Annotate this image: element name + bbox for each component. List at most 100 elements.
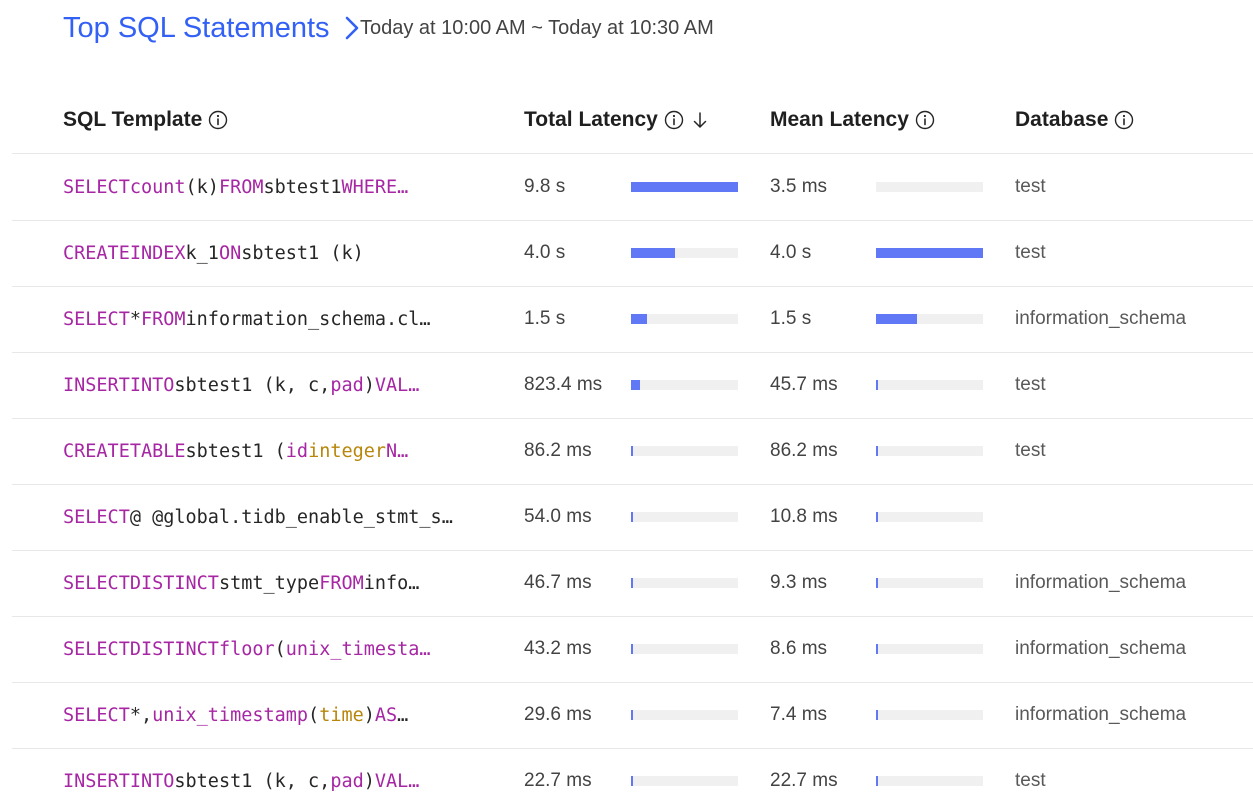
page-title: Top SQL Statements bbox=[63, 11, 330, 44]
top-sql-link[interactable]: Top SQL Statements bbox=[63, 12, 360, 45]
sql-token: pad bbox=[330, 374, 364, 396]
sql-template[interactable]: CREATE INDEX k_1 ON sbtest1 (k) bbox=[63, 220, 493, 286]
table-row[interactable]: SELECT *, unix_timestamp (time) AS … 29.6… bbox=[0, 682, 1253, 748]
sql-token: VAL… bbox=[374, 374, 420, 396]
table-row[interactable]: CREATE INDEX k_1 ON sbtest1 (k) 4.0 s 4.0 … bbox=[0, 220, 1253, 286]
table-row[interactable]: SELECT DISTINCT floor (unix_timesta… 43.2… bbox=[0, 616, 1253, 682]
database-value: test bbox=[1015, 242, 1046, 263]
sql-token: FROM bbox=[218, 176, 264, 198]
total-latency-value: 22.7 ms bbox=[524, 770, 592, 791]
table-row[interactable]: SELECT DISTINCT stmt_type FROM info… 46.7… bbox=[0, 550, 1253, 616]
info-icon[interactable] bbox=[1114, 110, 1134, 130]
column-header-total-latency[interactable]: Total Latency bbox=[524, 104, 708, 136]
sql-token: unix_timesta… bbox=[285, 638, 431, 660]
sql-token: ( bbox=[308, 704, 320, 726]
sql-token: unix_timestamp bbox=[152, 704, 309, 726]
sql-token: SELECT bbox=[63, 572, 130, 594]
mean-latency-value: 8.6 ms bbox=[770, 638, 828, 659]
database-value: test bbox=[1015, 770, 1046, 791]
total-latency-bar bbox=[631, 776, 738, 786]
table-row[interactable]: INSERT INTO sbtest1 (k, c, pad) VAL… 22.7… bbox=[0, 748, 1253, 811]
sql-template[interactable]: INSERT INTO sbtest1 (k, c, pad) VAL… bbox=[63, 748, 493, 811]
total-latency-value: 46.7 ms bbox=[524, 572, 592, 593]
sql-token: SELECT bbox=[63, 176, 130, 198]
sql-template[interactable]: SELECT count (k) FROM sbtest1 WHERE… bbox=[63, 154, 493, 220]
sql-token: INSERT bbox=[63, 374, 130, 396]
sql-token: floor bbox=[218, 638, 275, 660]
mean-latency-bar bbox=[876, 776, 983, 786]
mean-latency-value: 9.3 ms bbox=[770, 572, 828, 593]
column-header-sql-template[interactable]: SQL Template bbox=[63, 104, 228, 136]
sql-token: N… bbox=[386, 440, 409, 462]
mean-latency-bar-fill bbox=[876, 644, 878, 654]
total-latency-bar-fill bbox=[631, 248, 675, 258]
mean-latency-value: 4.0 s bbox=[770, 242, 812, 263]
sql-token: (k) bbox=[185, 176, 219, 198]
info-icon[interactable] bbox=[208, 110, 228, 130]
sql-token: INTO bbox=[129, 374, 175, 396]
total-latency-value: 9.8 s bbox=[524, 176, 566, 197]
mean-latency-bar-fill bbox=[876, 380, 878, 390]
sql-token: information_schema.cl… bbox=[185, 308, 431, 330]
sql-token: k_1 bbox=[185, 242, 219, 264]
total-latency-value: 54.0 ms bbox=[524, 506, 592, 527]
info-icon[interactable] bbox=[664, 110, 684, 130]
time-range: Today at 10:00 AM ~ Today at 10:30 AM bbox=[360, 17, 714, 39]
sql-template[interactable]: CREATE TABLE sbtest1 ( id integer N… bbox=[63, 418, 493, 484]
total-latency-bar-fill bbox=[631, 776, 633, 786]
database-value: test bbox=[1015, 440, 1046, 461]
table-row[interactable]: INSERT INTO sbtest1 (k, c, pad) VAL… 823.… bbox=[0, 352, 1253, 418]
sql-template[interactable]: SELECT DISTINCT stmt_type FROM info… bbox=[63, 550, 493, 616]
table-row[interactable]: SELECT count (k) FROM sbtest1 WHERE… 9.8 … bbox=[0, 154, 1253, 220]
chevron-right-icon bbox=[344, 15, 360, 41]
sort-descending-icon[interactable] bbox=[692, 110, 708, 130]
sql-template[interactable]: SELECT * FROM information_schema.cl… bbox=[63, 286, 493, 352]
mean-latency-bar bbox=[876, 644, 983, 654]
table-row[interactable]: CREATE TABLE sbtest1 ( id integer N… 86.2… bbox=[0, 418, 1253, 484]
database-value: information_schema bbox=[1015, 704, 1187, 725]
total-latency-bar bbox=[631, 314, 738, 324]
sql-token: SELECT bbox=[63, 704, 130, 726]
database-value: information_schema bbox=[1015, 572, 1187, 593]
sql-token: sbtest1 bbox=[263, 176, 342, 198]
total-latency-bar bbox=[631, 710, 738, 720]
mean-latency-bar bbox=[876, 314, 983, 324]
sql-token: * bbox=[129, 308, 141, 330]
table-row[interactable]: SELECT * FROM information_schema.cl… 1.5 … bbox=[0, 286, 1253, 352]
total-latency-bar bbox=[631, 248, 738, 258]
total-latency-bar-fill bbox=[631, 710, 633, 720]
mean-latency-bar-fill bbox=[876, 776, 878, 786]
sql-token: ) bbox=[363, 374, 375, 396]
mean-latency-bar bbox=[876, 512, 983, 522]
sql-token: info… bbox=[363, 572, 420, 594]
sql-token: … bbox=[397, 704, 409, 726]
table-row[interactable]: SELECT @ @global.tidb_enable_stmt_s… 54.0… bbox=[0, 484, 1253, 550]
database-value: information_schema bbox=[1015, 308, 1187, 329]
sql-template[interactable]: SELECT @ @global.tidb_enable_stmt_s… bbox=[63, 484, 493, 550]
sql-token: @ @global.tidb_enable_stmt_s… bbox=[129, 506, 453, 528]
total-latency-bar-fill bbox=[631, 380, 640, 390]
sql-token: WHERE… bbox=[341, 176, 409, 198]
sql-token: DISTINCT bbox=[129, 572, 219, 594]
mean-latency-bar bbox=[876, 182, 983, 192]
sql-token: sbtest1 (k) bbox=[241, 242, 364, 264]
sql-template[interactable]: SELECT DISTINCT floor (unix_timesta… bbox=[63, 616, 493, 682]
mean-latency-bar-fill bbox=[876, 578, 878, 588]
mean-latency-value: 3.5 ms bbox=[770, 176, 828, 197]
column-header-mean-latency[interactable]: Mean Latency bbox=[770, 104, 935, 136]
sql-token: *, bbox=[129, 704, 153, 726]
sql-token: ) bbox=[363, 704, 375, 726]
total-latency-bar-fill bbox=[631, 182, 738, 192]
total-latency-value: 29.6 ms bbox=[524, 704, 592, 725]
sql-token: FROM bbox=[319, 572, 364, 594]
sql-token: count bbox=[129, 176, 186, 198]
column-header-database[interactable]: Database bbox=[1015, 104, 1134, 136]
sql-template[interactable]: SELECT *, unix_timestamp (time) AS … bbox=[63, 682, 493, 748]
sql-token: ( bbox=[274, 638, 286, 660]
mean-latency-bar bbox=[876, 248, 983, 258]
mean-latency-value: 45.7 ms bbox=[770, 374, 838, 395]
mean-latency-value: 7.4 ms bbox=[770, 704, 828, 725]
sql-template[interactable]: INSERT INTO sbtest1 (k, c, pad) VAL… bbox=[63, 352, 493, 418]
info-icon[interactable] bbox=[915, 110, 935, 130]
mean-latency-bar-fill bbox=[876, 512, 878, 522]
